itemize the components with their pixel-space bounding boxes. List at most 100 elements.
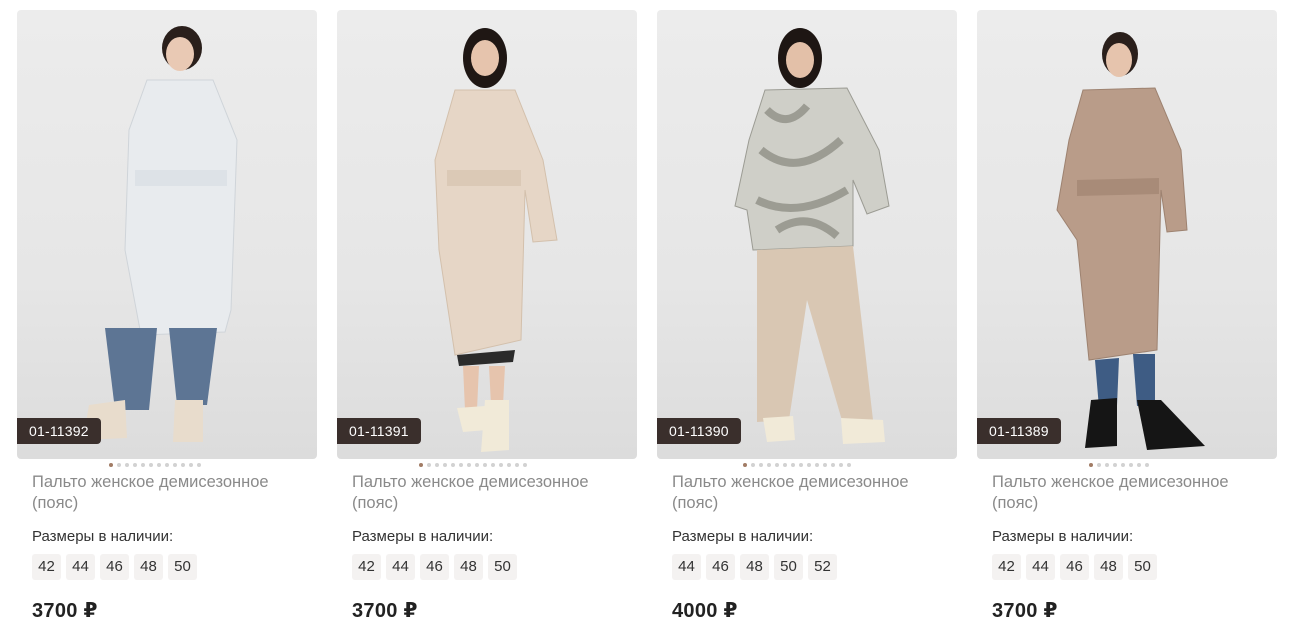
image-pagination[interactable] bbox=[419, 463, 527, 469]
pagination-dot[interactable] bbox=[451, 463, 455, 467]
size-chip[interactable]: 44 bbox=[672, 554, 701, 580]
pagination-dot[interactable] bbox=[523, 463, 527, 467]
pagination-dot[interactable] bbox=[491, 463, 495, 467]
pagination-dot[interactable] bbox=[775, 463, 779, 467]
pagination-dot[interactable] bbox=[1113, 463, 1117, 467]
pagination-dot[interactable] bbox=[1089, 463, 1093, 467]
pagination-dot[interactable] bbox=[435, 463, 439, 467]
pagination-dot[interactable] bbox=[197, 463, 201, 467]
pagination-dot[interactable] bbox=[499, 463, 503, 467]
size-chip[interactable]: 50 bbox=[488, 554, 517, 580]
size-chip[interactable]: 48 bbox=[454, 554, 483, 580]
pagination-dot[interactable] bbox=[767, 463, 771, 467]
pagination-dot[interactable] bbox=[133, 463, 137, 467]
pagination-dot[interactable] bbox=[507, 463, 511, 467]
pagination-dot[interactable] bbox=[783, 463, 787, 467]
size-chip[interactable]: 42 bbox=[992, 554, 1021, 580]
pagination-dot[interactable] bbox=[149, 463, 153, 467]
product-photo[interactable]: 01-11392 bbox=[17, 10, 317, 459]
sizes-label: Размеры в наличии: bbox=[672, 528, 814, 545]
product-card[interactable]: 01-11392 Пальто женское демисезонное (по… bbox=[17, 10, 317, 640]
product-title[interactable]: Пальто женское демисезонное (пояс) bbox=[352, 472, 632, 514]
size-chip[interactable]: 42 bbox=[352, 554, 381, 580]
product-photo[interactable]: 01-11390 bbox=[657, 10, 957, 459]
sku-badge: 01-11391 bbox=[337, 418, 421, 444]
product-title[interactable]: Пальто женское демисезонное (пояс) bbox=[672, 472, 952, 514]
pagination-dot[interactable] bbox=[141, 463, 145, 467]
sizes-label: Размеры в наличии: bbox=[32, 528, 174, 545]
pagination-dot[interactable] bbox=[189, 463, 193, 467]
model-illustration bbox=[1056, 32, 1205, 450]
product-photo[interactable]: 01-11391 bbox=[337, 10, 637, 459]
size-list: 42 44 46 48 50 bbox=[992, 554, 1157, 580]
pagination-dot[interactable] bbox=[427, 463, 431, 467]
product-photo[interactable]: 01-11389 bbox=[977, 10, 1277, 459]
pagination-dot[interactable] bbox=[831, 463, 835, 467]
size-list: 42 44 46 48 50 bbox=[352, 554, 517, 580]
pagination-dot[interactable] bbox=[799, 463, 803, 467]
pagination-dot[interactable] bbox=[759, 463, 763, 467]
size-chip[interactable]: 52 bbox=[808, 554, 837, 580]
pagination-dot[interactable] bbox=[1137, 463, 1141, 467]
image-pagination[interactable] bbox=[1089, 463, 1149, 469]
size-chip[interactable]: 50 bbox=[774, 554, 803, 580]
size-chip[interactable]: 48 bbox=[1094, 554, 1123, 580]
pagination-dot[interactable] bbox=[807, 463, 811, 467]
product-card[interactable]: 01-11391 Пальто женское демисезонное (по… bbox=[337, 10, 637, 640]
image-pagination[interactable] bbox=[109, 463, 201, 469]
pagination-dot[interactable] bbox=[117, 463, 121, 467]
size-chip[interactable]: 46 bbox=[1060, 554, 1089, 580]
size-list: 42 44 46 48 50 bbox=[32, 554, 197, 580]
size-chip[interactable]: 46 bbox=[706, 554, 735, 580]
pagination-dot[interactable] bbox=[459, 463, 463, 467]
size-chip[interactable]: 44 bbox=[66, 554, 95, 580]
product-grid: 01-11392 Пальто женское демисезонное (по… bbox=[0, 0, 1291, 644]
pagination-dot[interactable] bbox=[815, 463, 819, 467]
pagination-dot[interactable] bbox=[157, 463, 161, 467]
model-illustration bbox=[83, 26, 238, 442]
pagination-dot[interactable] bbox=[125, 463, 129, 467]
size-chip[interactable]: 50 bbox=[168, 554, 197, 580]
pagination-dot[interactable] bbox=[791, 463, 795, 467]
size-chip[interactable]: 44 bbox=[386, 554, 415, 580]
size-chip[interactable]: 46 bbox=[420, 554, 449, 580]
pagination-dot[interactable] bbox=[751, 463, 755, 467]
pagination-dot[interactable] bbox=[165, 463, 169, 467]
pagination-dot[interactable] bbox=[173, 463, 177, 467]
product-card[interactable]: 01-11389 Пальто женское демисезонное (по… bbox=[977, 10, 1277, 640]
pagination-dot[interactable] bbox=[823, 463, 827, 467]
product-title[interactable]: Пальто женское демисезонное (пояс) bbox=[32, 472, 312, 514]
product-price: 3700 ₽ bbox=[352, 600, 418, 622]
pagination-dot[interactable] bbox=[443, 463, 447, 467]
pagination-dot[interactable] bbox=[839, 463, 843, 467]
pagination-dot[interactable] bbox=[1145, 463, 1149, 467]
size-chip[interactable]: 44 bbox=[1026, 554, 1055, 580]
pagination-dot[interactable] bbox=[1129, 463, 1133, 467]
model-illustration bbox=[734, 28, 890, 444]
size-chip[interactable]: 42 bbox=[32, 554, 61, 580]
pagination-dot[interactable] bbox=[467, 463, 471, 467]
product-price: 3700 ₽ bbox=[32, 600, 98, 622]
product-card[interactable]: 01-11390 Пальто женское демисезонное (по… bbox=[657, 10, 957, 640]
pagination-dot[interactable] bbox=[475, 463, 479, 467]
pagination-dot[interactable] bbox=[483, 463, 487, 467]
pagination-dot[interactable] bbox=[109, 463, 113, 467]
size-chip[interactable]: 48 bbox=[740, 554, 769, 580]
sizes-label: Размеры в наличии: bbox=[352, 528, 494, 545]
pagination-dot[interactable] bbox=[1097, 463, 1101, 467]
size-chip[interactable]: 50 bbox=[1128, 554, 1157, 580]
pagination-dot[interactable] bbox=[1121, 463, 1125, 467]
size-chip[interactable]: 46 bbox=[100, 554, 129, 580]
sku-badge: 01-11392 bbox=[17, 418, 101, 444]
pagination-dot[interactable] bbox=[419, 463, 423, 467]
sku-badge: 01-11389 bbox=[977, 418, 1061, 444]
pagination-dot[interactable] bbox=[515, 463, 519, 467]
image-pagination[interactable] bbox=[743, 463, 851, 469]
model-illustration bbox=[434, 28, 558, 452]
pagination-dot[interactable] bbox=[1105, 463, 1109, 467]
pagination-dot[interactable] bbox=[847, 463, 851, 467]
size-chip[interactable]: 48 bbox=[134, 554, 163, 580]
product-title[interactable]: Пальто женское демисезонное (пояс) bbox=[992, 472, 1272, 514]
pagination-dot[interactable] bbox=[743, 463, 747, 467]
pagination-dot[interactable] bbox=[181, 463, 185, 467]
